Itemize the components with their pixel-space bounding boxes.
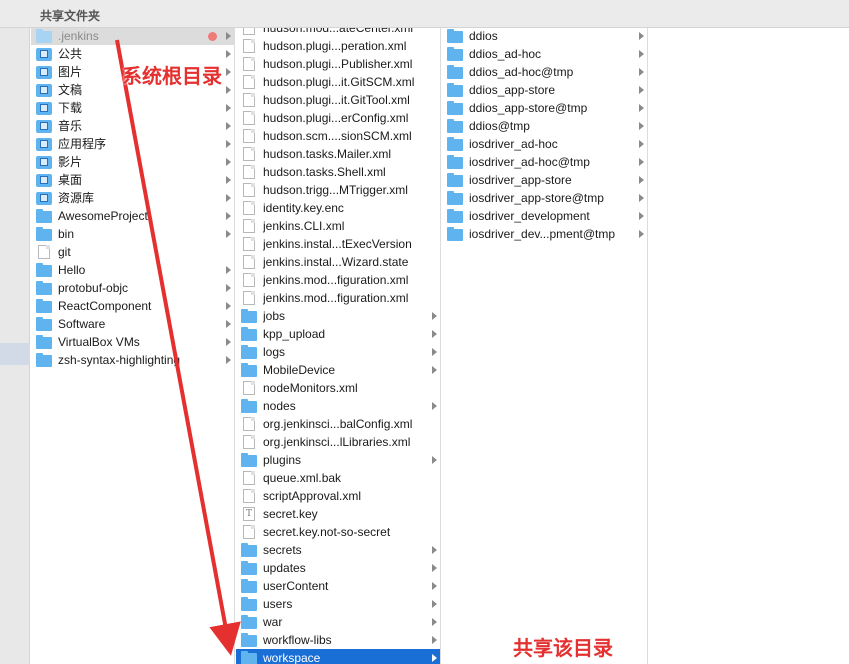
arrow-line — [115, 39, 241, 656]
annotation-arrow — [115, 39, 241, 656]
share-directory-annotation: 共享该目录 — [513, 636, 613, 660]
root-directory-annotation: 系统根目录 — [122, 64, 222, 88]
